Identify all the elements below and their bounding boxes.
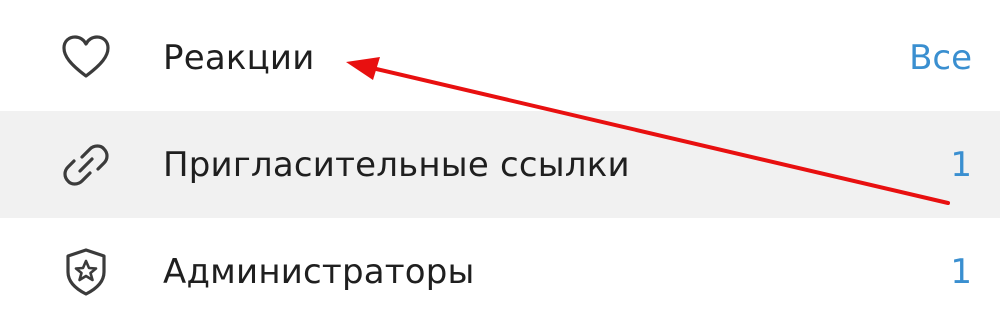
shield-star-icon bbox=[60, 246, 112, 298]
row-label: Реакции bbox=[163, 37, 315, 78]
row-value: 1 bbox=[950, 251, 972, 292]
row-value: 1 bbox=[950, 144, 972, 185]
settings-list: Реакции Все Пригласительные ссылки 1 Адм… bbox=[0, 0, 1000, 313]
settings-row-administrators[interactable]: Администраторы 1 bbox=[0, 218, 1000, 325]
settings-row-invite-links[interactable]: Пригласительные ссылки 1 bbox=[0, 111, 1000, 218]
settings-row-reactions[interactable]: Реакции Все bbox=[0, 4, 1000, 111]
row-label: Пригласительные ссылки bbox=[163, 144, 630, 185]
row-label: Администраторы bbox=[163, 251, 475, 292]
row-value: Все bbox=[909, 37, 972, 78]
heart-icon bbox=[60, 32, 112, 84]
link-icon bbox=[60, 139, 112, 191]
